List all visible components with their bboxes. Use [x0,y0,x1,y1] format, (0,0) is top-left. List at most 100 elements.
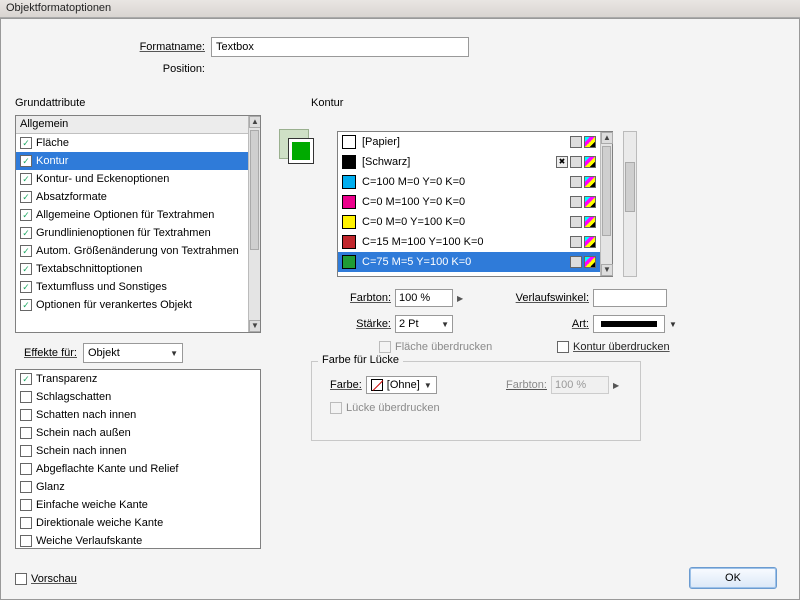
swatch-item[interactable]: C=0 M=0 Y=100 K=0 [338,212,600,232]
checkbox-icon[interactable] [20,155,32,167]
effekt-item[interactable]: Schatten nach innen [16,406,260,424]
staerke-input[interactable]: 2 Pt▼ [395,315,453,333]
gap-farbton-input: 100 % [551,376,609,394]
swatch-item[interactable]: [Papier] [338,132,600,152]
farbton-popup-icon[interactable]: ▶ [457,294,463,303]
effekt-item[interactable]: Schein nach innen [16,442,260,460]
scroll-up-icon[interactable]: ▲ [601,132,613,144]
checkbox-icon[interactable] [20,373,32,385]
checkbox-icon[interactable] [20,427,32,439]
effekt-item-label: Schatten nach innen [36,409,136,421]
gap-farbe-select[interactable]: [Ohne] ▼ [366,376,437,394]
checkbox-icon[interactable] [20,463,32,475]
swatch-spot-icon [570,236,582,248]
luecke-ueberdrucken-label: Lücke überdrucken [346,402,440,414]
fill-stroke-proxy[interactable] [279,129,315,165]
grundattribute-list[interactable]: Allgemein FlächeKonturKontur- und Eckeno… [15,115,261,333]
checkbox-icon[interactable] [20,481,32,493]
grund-item[interactable]: Grundlinienoptionen für Textrahmen [16,224,248,242]
vorschau-checkbox[interactable] [15,573,27,585]
checkbox-icon[interactable] [20,245,32,257]
swatch-item[interactable]: C=0 M=100 Y=0 K=0 [338,192,600,212]
none-swatch-icon [371,379,383,391]
swatch-spot-icon [570,256,582,268]
swatch-spot-icon [570,176,582,188]
grund-item-label: Absatzformate [36,191,107,203]
farbe-fuer-luecke-group: Farbe für Lücke Farbe: [Ohne] ▼ Farbton:… [311,361,641,441]
effekt-item[interactable]: Schein nach außen [16,424,260,442]
grund-item[interactable]: Absatzformate [16,188,248,206]
scroll-thumb[interactable] [602,146,611,236]
grund-item[interactable]: Allgemeine Optionen für Textrahmen [16,206,248,224]
swatch-item[interactable]: C=100 M=0 Y=0 K=0 [338,172,600,192]
outer-scrollbar[interactable] [623,131,637,277]
grund-item[interactable]: Autom. Größenänderung von Textrahmen [16,242,248,260]
swatch-scrollbar[interactable]: ▲ ▼ [600,132,612,276]
swatch-color-icon [342,195,356,209]
scroll-thumb[interactable] [625,162,635,212]
dialog-body: Formatname: Position: Grundattribute All… [0,18,800,600]
art-select[interactable] [593,315,665,333]
effekt-item[interactable]: Abgeflachte Kante und Relief [16,460,260,478]
effekt-item[interactable]: Transparenz [16,370,260,388]
grundattribute-header[interactable]: Allgemein [16,116,260,134]
grund-item[interactable]: Fläche [16,134,248,152]
flaeche-ueberdrucken-checkbox [379,341,391,353]
checkbox-icon[interactable] [20,445,32,457]
effekt-item[interactable]: Weiche Verlaufskante [16,532,260,550]
gap-farbe-label: Farbe: [330,379,362,391]
effekt-item[interactable]: Direktionale weiche Kante [16,514,260,532]
scroll-up-icon[interactable]: ▲ [249,116,261,128]
checkbox-icon[interactable] [20,209,32,221]
scroll-down-icon[interactable]: ▼ [249,320,261,332]
verlaufswinkel-input[interactable] [593,289,667,307]
swatch-name: [Schwarz] [362,156,550,168]
effekt-item[interactable]: Glanz [16,478,260,496]
swatch-noedit-icon: ✖ [556,156,568,168]
grund-item[interactable]: Optionen für verankertes Objekt [16,296,248,314]
grundattribute-scrollbar[interactable]: ▲ ▼ [248,116,260,332]
stroke-style-icon [601,321,657,327]
checkbox-icon[interactable] [20,137,32,149]
checkbox-icon[interactable] [20,517,32,529]
checkbox-icon[interactable] [20,409,32,421]
checkbox-icon[interactable] [20,227,32,239]
farbton-input[interactable]: 100 % [395,289,453,307]
effekt-item[interactable]: Einfache weiche Kante [16,496,260,514]
grund-item[interactable]: Kontur- und Eckenoptionen [16,170,248,188]
ok-button[interactable]: OK [689,567,777,589]
checkbox-icon[interactable] [20,391,32,403]
luecke-ueberdrucken-checkbox [330,402,342,414]
swatch-item[interactable]: C=75 M=5 Y=100 K=0 [338,252,600,272]
swatch-item[interactable]: C=15 M=100 Y=100 K=0 [338,232,600,252]
kontur-ueberdrucken-label: Kontur überdrucken [573,341,670,353]
scroll-down-icon[interactable]: ▼ [601,264,613,276]
effekte-list[interactable]: TransparenzSchlagschatten Schatten nach i… [15,369,261,549]
checkbox-icon[interactable] [20,191,32,203]
chevron-down-icon: ▼ [424,381,432,390]
swatch-name: C=75 M=5 Y=100 K=0 [362,256,564,268]
swatch-list[interactable]: [Papier][Schwarz]✖C=100 M=0 Y=0 K=0C=0 M… [337,131,613,277]
checkbox-icon[interactable] [20,173,32,185]
checkbox-icon[interactable] [20,499,32,511]
scroll-thumb[interactable] [250,130,259,250]
vorschau-label: Vorschau [31,573,77,585]
grund-item[interactable]: Textabschnittoptionen [16,260,248,278]
effekt-item[interactable]: Schlagschatten [16,388,260,406]
stroke-proxy-icon[interactable] [289,139,313,163]
kontur-ueberdrucken-checkbox[interactable] [557,341,569,353]
gap-farbton-label: Farbton: [506,379,547,391]
checkbox-icon[interactable] [20,281,32,293]
checkbox-icon[interactable] [20,263,32,275]
checkbox-icon[interactable] [20,535,32,547]
swatch-item[interactable]: [Schwarz] ✖ [338,152,600,172]
grund-item[interactable]: Kontur [16,152,248,170]
chevron-down-icon[interactable]: ▼ [669,320,677,329]
flaeche-ueberdrucken-label: Fläche überdrucken [395,341,492,353]
checkbox-icon[interactable] [20,299,32,311]
swatch-cmyk-icon [584,176,596,188]
effekte-select[interactable]: Objekt ▼ [83,343,183,363]
grund-item[interactable]: Textumfluss und Sonstiges [16,278,248,296]
swatch-cmyk-icon [584,156,596,168]
formatname-input[interactable] [211,37,469,57]
